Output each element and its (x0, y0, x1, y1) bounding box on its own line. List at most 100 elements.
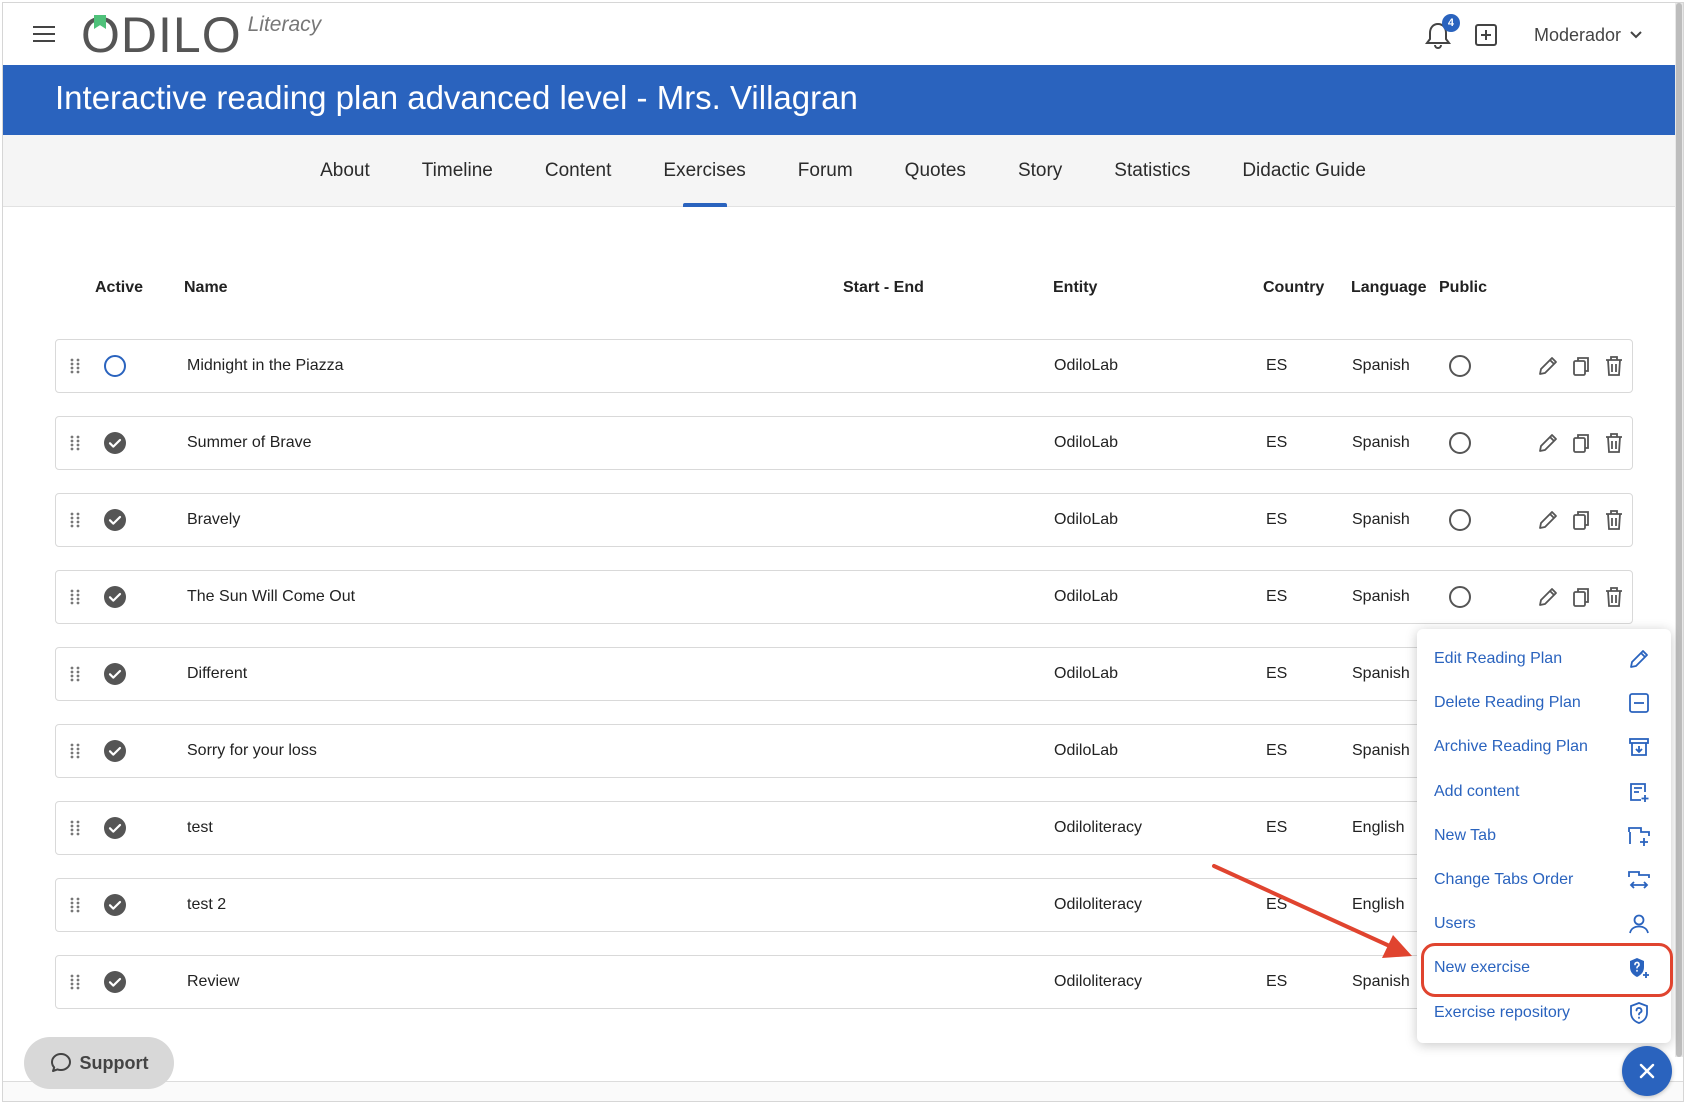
tab-story[interactable]: Story (992, 135, 1088, 207)
public-toggle-icon[interactable] (1448, 585, 1472, 609)
tab-forum[interactable]: Forum (772, 135, 879, 207)
drag-handle-icon[interactable] (70, 974, 80, 990)
pencil-icon (1627, 647, 1651, 671)
menu-item-archive-reading-plan[interactable]: Archive Reading Plan (1417, 725, 1671, 769)
top-actions: 4 Moderador (1424, 14, 1643, 53)
top-bar: ODILO Literacy 4 Moderador (3, 3, 1683, 65)
new-tab-icon (1627, 824, 1651, 848)
table-row[interactable]: Sorry for your loss OdiloLab ES Spanish (55, 724, 1633, 778)
table-row[interactable]: Different OdiloLab ES Spanish (55, 647, 1633, 701)
menu-item-label: Add content (1434, 782, 1520, 800)
menu-item-new-tab[interactable]: New Tab (1417, 814, 1671, 858)
row-entity: Odiloliteracy (1054, 896, 1143, 913)
drag-handle-icon[interactable] (70, 358, 80, 374)
active-check-icon[interactable] (103, 739, 127, 763)
hamburger-menu-icon[interactable] (33, 25, 55, 43)
minus-square-icon (1627, 691, 1651, 715)
drag-handle-icon[interactable] (70, 820, 80, 836)
edit-pencil-icon[interactable] (1536, 354, 1560, 378)
active-check-icon[interactable] (103, 893, 127, 917)
drag-handle-icon[interactable] (70, 589, 80, 605)
notification-count-badge: 4 (1441, 14, 1460, 32)
tab-content[interactable]: Content (519, 135, 638, 207)
public-toggle-icon[interactable] (1448, 508, 1472, 532)
copy-icon[interactable] (1569, 508, 1593, 532)
edit-pencil-icon[interactable] (1536, 431, 1560, 455)
copy-icon[interactable] (1569, 585, 1593, 609)
active-check-icon[interactable] (103, 508, 127, 532)
edit-pencil-icon[interactable] (1536, 585, 1560, 609)
row-name: Review (187, 973, 240, 990)
support-button[interactable]: Support (24, 1037, 174, 1089)
drag-handle-icon[interactable] (70, 666, 80, 682)
active-check-icon[interactable] (103, 662, 127, 686)
row-country: ES (1266, 896, 1288, 913)
inactive-circle-icon[interactable] (103, 354, 127, 378)
scrollbar[interactable] (1675, 3, 1683, 1057)
trash-icon[interactable] (1602, 585, 1626, 609)
tab-about[interactable]: About (294, 135, 396, 207)
drag-handle-icon[interactable] (70, 897, 80, 913)
user-menu[interactable]: Moderador (1534, 25, 1643, 46)
table-row[interactable]: Summer of Brave OdiloLab ES Spanish (55, 416, 1633, 470)
footer-bar (3, 1081, 1683, 1101)
active-check-icon[interactable] (103, 816, 127, 840)
notifications-bell-icon[interactable]: 4 (1424, 14, 1460, 50)
page-title: Interactive reading plan advanced level … (55, 79, 858, 116)
row-language: Spanish (1352, 511, 1410, 528)
row-country: ES (1266, 973, 1288, 990)
drag-handle-icon[interactable] (70, 743, 80, 759)
row-name: Different (187, 665, 248, 682)
close-menu-button[interactable] (1622, 1046, 1672, 1096)
table-row[interactable]: test Odiloliteracy ES English (55, 801, 1633, 855)
user-name: Moderador (1533, 24, 1621, 45)
drag-handle-icon[interactable] (70, 435, 80, 451)
public-toggle-icon[interactable] (1448, 431, 1472, 455)
column-header-language: Language (1351, 279, 1427, 296)
trash-icon[interactable] (1602, 508, 1626, 532)
reading-plan-actions-menu: Edit Reading Plan Delete Reading Plan Arch… (1417, 629, 1671, 1043)
tab-didactic-guide[interactable]: Didactic Guide (1216, 135, 1392, 207)
odilo-logo[interactable]: ODILO Literacy (81, 9, 321, 61)
trash-icon[interactable] (1602, 354, 1626, 378)
tab-exercises[interactable]: Exercises (637, 135, 771, 207)
tab-bar: About Timeline Content Exercises Forum Q… (3, 135, 1683, 207)
tab-quotes[interactable]: Quotes (879, 135, 992, 207)
menu-item-label: Archive Reading Plan (1434, 738, 1588, 756)
row-name: Bravely (187, 511, 241, 528)
page-header: Interactive reading plan advanced level … (3, 65, 1683, 135)
row-entity: Odiloliteracy (1054, 819, 1143, 836)
column-header-country: Country (1263, 279, 1325, 296)
copy-icon[interactable] (1569, 354, 1593, 378)
tab-timeline[interactable]: Timeline (396, 135, 519, 207)
tab-statistics[interactable]: Statistics (1088, 135, 1216, 207)
menu-item-users[interactable]: Users (1417, 902, 1671, 946)
table-row[interactable]: Bravely OdiloLab ES Spanish (55, 493, 1633, 547)
active-check-icon[interactable] (103, 585, 127, 609)
table-row[interactable]: Midnight in the Piazza OdiloLab ES Spanish (55, 339, 1633, 393)
public-toggle-icon[interactable] (1448, 354, 1472, 378)
active-check-icon[interactable] (103, 431, 127, 455)
copy-icon[interactable] (1569, 431, 1593, 455)
user-icon (1627, 912, 1651, 936)
column-header-public: Public (1439, 279, 1488, 296)
row-entity: OdiloLab (1054, 742, 1119, 759)
scrollbar-thumb[interactable] (1676, 3, 1682, 1057)
add-box-icon[interactable] (1474, 23, 1498, 47)
menu-item-exercise-repository[interactable]: Exercise repository (1417, 991, 1671, 1035)
menu-item-change-tabs-order[interactable]: Change Tabs Order (1417, 858, 1671, 902)
edit-pencil-icon[interactable] (1536, 508, 1560, 532)
trash-icon[interactable] (1602, 431, 1626, 455)
menu-item-label: Edit Reading Plan (1434, 650, 1563, 667)
add-content-icon (1627, 780, 1651, 804)
menu-item-add-content[interactable]: Add content (1417, 770, 1671, 814)
drag-handle-icon[interactable] (70, 512, 80, 528)
menu-item-delete-reading-plan[interactable]: Delete Reading Plan (1417, 681, 1671, 725)
archive-icon (1627, 735, 1651, 759)
table-row[interactable]: The Sun Will Come Out OdiloLab ES Spanish (55, 570, 1633, 624)
active-check-icon[interactable] (103, 970, 127, 994)
table-row[interactable]: Review Odiloliteracy ES Spanish (55, 955, 1633, 1009)
table-row[interactable]: test 2 Odiloliteracy ES English (55, 878, 1633, 932)
menu-item-new-exercise[interactable]: New exercise (1417, 946, 1671, 990)
menu-item-edit-reading-plan[interactable]: Edit Reading Plan (1417, 637, 1671, 681)
